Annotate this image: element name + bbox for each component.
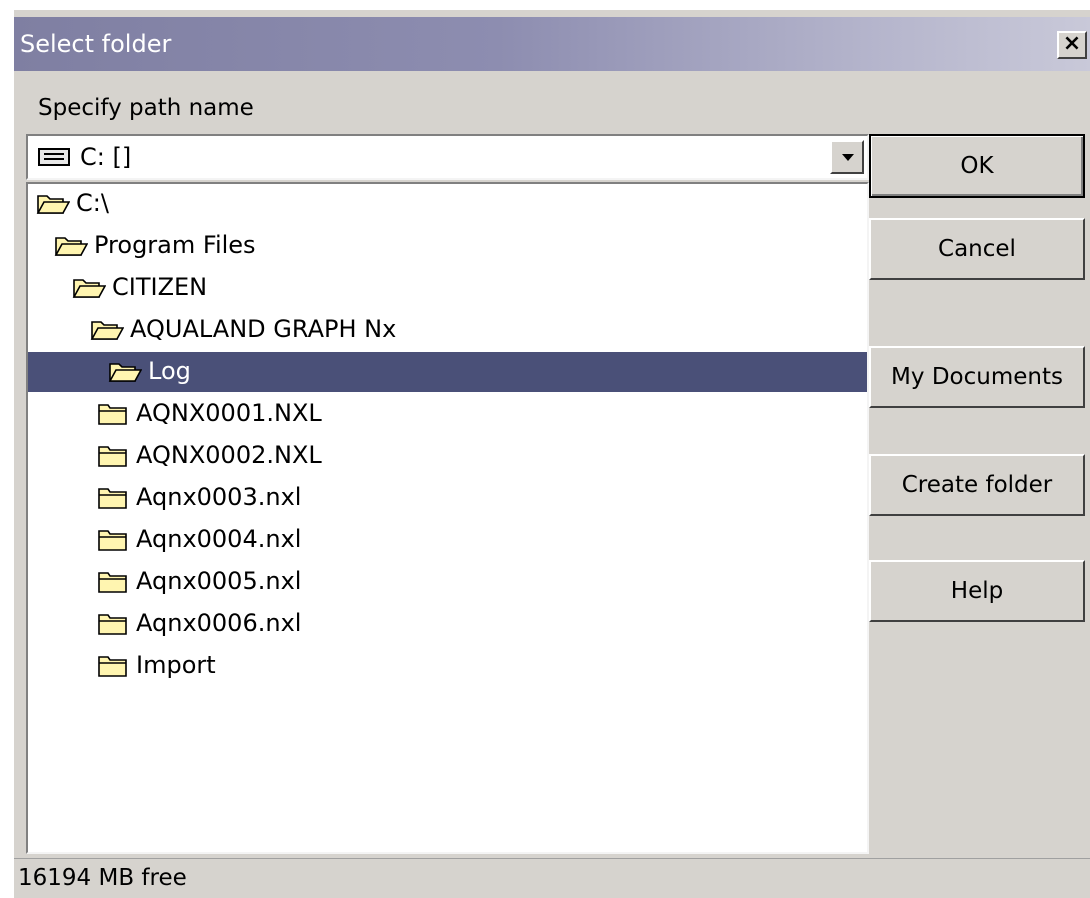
tree-item[interactable]: AQNX0001.NXL [28,394,867,434]
closed-folder-icon [96,442,130,468]
path-name-label: Specify path name [38,95,254,121]
tree-item[interactable]: Import [28,646,867,686]
closed-folder-icon [96,568,130,594]
tree-item-label: Aqnx0004.nxl [136,525,302,553]
folder-tree[interactable]: C:\ Program Files CITIZEN AQUALAND GRAPH Nx… [26,182,869,854]
my-documents-button[interactable]: My Documents [869,346,1085,408]
status-bar: 16194 MB free [14,858,1090,898]
tree-item[interactable]: Aqnx0003.nxl [28,478,867,518]
tree-item-label: Aqnx0005.nxl [136,567,302,595]
closed-folder-icon [96,484,130,510]
tree-item[interactable]: Aqnx0004.nxl [28,520,867,560]
title-bar: Select folder × [14,17,1090,71]
drive-select[interactable]: C: [] [26,134,869,180]
tree-item[interactable]: CITIZEN [28,268,867,308]
tree-item-label: AQNX0002.NXL [136,441,322,469]
closed-folder-icon [96,400,130,426]
open-folder-icon [54,232,89,258]
tree-item-label: AQNX0001.NXL [136,399,322,427]
free-space-text: 16194 MB free [18,865,187,891]
tree-item[interactable]: AQNX0002.NXL [28,436,867,476]
closed-folder-icon [96,526,130,552]
open-folder-icon [90,316,125,342]
create-folder-button[interactable]: Create folder [869,454,1085,516]
close-button[interactable]: × [1057,31,1087,59]
tree-item-label: Log [148,357,191,385]
help-button[interactable]: Help [869,560,1085,622]
dropdown-arrow-icon[interactable] [830,140,864,174]
open-folder-icon [36,190,71,216]
closed-folder-icon [96,610,130,636]
tree-item-selected[interactable]: Log [28,352,867,392]
tree-item-label: Aqnx0006.nxl [136,609,302,637]
closed-folder-icon [96,652,130,678]
drive-select-value: C: [] [80,143,132,171]
tree-item[interactable]: C:\ [28,184,867,224]
tree-item-label: AQUALAND GRAPH Nx [130,315,397,343]
ok-button[interactable]: OK [869,134,1085,198]
window-title: Select folder [20,30,172,58]
tree-item[interactable]: AQUALAND GRAPH Nx [28,310,867,350]
tree-item-label: Aqnx0003.nxl [136,483,302,511]
open-folder-icon [72,274,107,300]
tree-item-label: Program Files [94,231,256,259]
tree-item-label: C:\ [76,189,109,217]
select-folder-dialog: Select folder × Specify path name C: [] … [13,10,1090,898]
drive-icon [38,148,70,166]
tree-item-label: Import [136,651,216,679]
tree-item-label: CITIZEN [112,273,208,301]
tree-item[interactable]: Aqnx0006.nxl [28,604,867,644]
tree-item[interactable]: Program Files [28,226,867,266]
cancel-button[interactable]: Cancel [869,218,1085,280]
tree-item[interactable]: Aqnx0005.nxl [28,562,867,602]
open-folder-icon [108,358,143,384]
